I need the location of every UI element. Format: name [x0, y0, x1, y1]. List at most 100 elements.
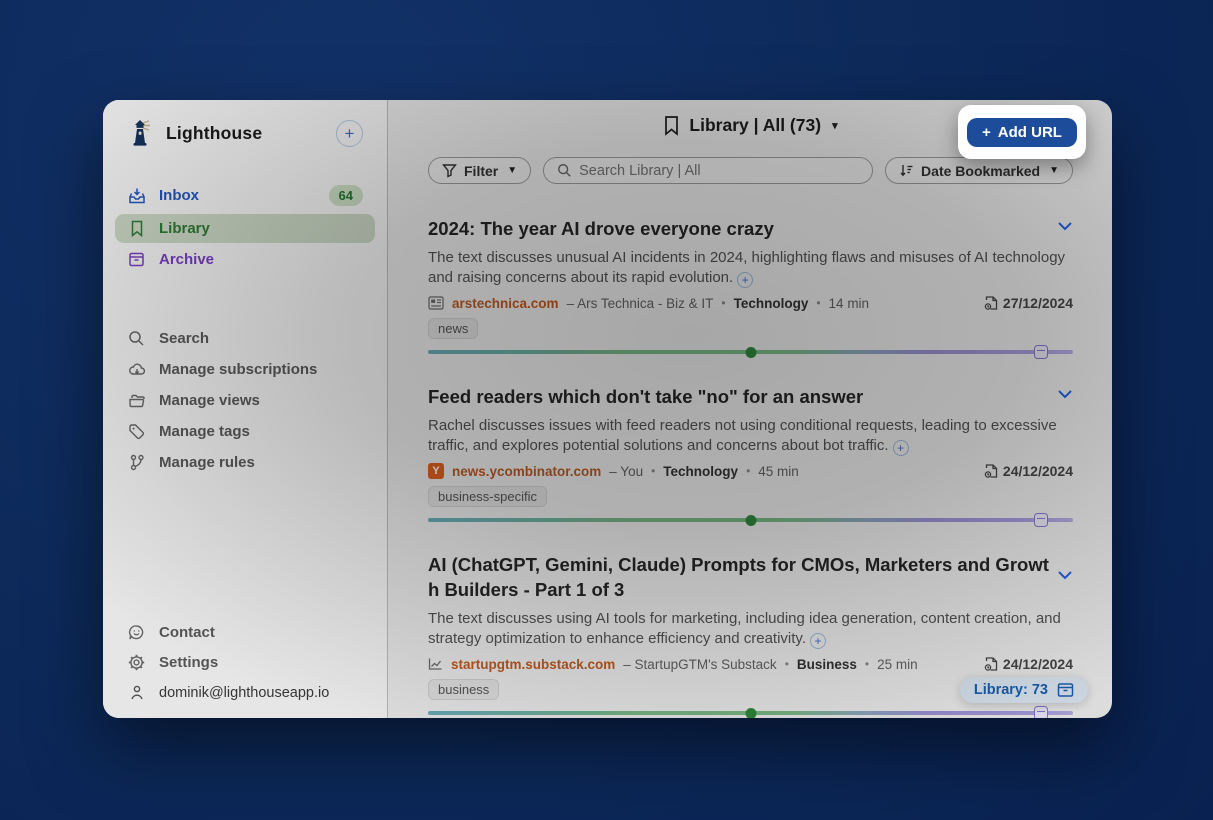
newspaper-favicon-icon — [428, 296, 444, 310]
sort-label: Date Bookmarked — [921, 163, 1040, 179]
library-count-label: Library: 73 — [974, 682, 1048, 698]
article-date: 27/12/2024 — [984, 295, 1073, 311]
inbox-icon — [127, 187, 146, 205]
app-logo-row: Lighthouse + — [103, 114, 387, 152]
reading-progress-bar[interactable] — [428, 518, 1073, 522]
article-card: 2024: The year AI drove everyone crazy T… — [428, 216, 1073, 354]
date-text: 24/12/2024 — [1003, 656, 1073, 672]
expand-chevron-icon[interactable] — [1057, 570, 1073, 580]
chart-favicon-icon — [428, 657, 443, 671]
archive-marker-icon[interactable] — [1034, 345, 1048, 359]
reading-progress-bar[interactable] — [428, 711, 1073, 715]
tag-icon — [127, 423, 146, 440]
expand-summary-icon[interactable]: + — [810, 633, 826, 649]
sidebar-footer: Contact Settings — [103, 617, 387, 708]
add-url-label: Add URL — [998, 124, 1062, 141]
gear-icon — [127, 654, 146, 671]
chat-smiley-icon — [127, 624, 146, 641]
expand-chevron-icon[interactable] — [1057, 389, 1073, 399]
article-summary: The text discusses unusual AI incidents … — [428, 248, 1073, 288]
progress-dot[interactable] — [745, 347, 756, 358]
article-card: Feed readers which don't take "no" for a… — [428, 384, 1073, 522]
file-clock-icon — [984, 295, 998, 311]
article-tag[interactable]: news — [428, 318, 478, 339]
article-meta: Y news.ycombinator.com – You • Technolog… — [428, 463, 1073, 479]
archive-box-icon — [127, 251, 146, 268]
sidebar-item-inbox[interactable]: Inbox 64 — [115, 179, 375, 212]
sidebar-item-contact[interactable]: Contact — [115, 618, 375, 647]
archive-marker-icon[interactable] — [1034, 513, 1048, 527]
sidebar-item-library[interactable]: Library — [115, 214, 375, 243]
article-tag[interactable]: business-specific — [428, 486, 547, 507]
article-meta: startupgtm.substack.com – StartupGTM's S… — [428, 656, 1073, 672]
article-category: Business — [797, 657, 857, 672]
sidebar-item-manage-tags[interactable]: Manage tags — [115, 417, 375, 446]
date-text: 24/12/2024 — [1003, 463, 1073, 479]
article-tag[interactable]: business — [428, 679, 499, 700]
article-title[interactable]: AI (ChatGPT, Gemini, Claude) Prompts for… — [428, 552, 1053, 602]
sidebar-item-manage-subscriptions[interactable]: Manage subscriptions — [115, 355, 375, 384]
add-url-button[interactable]: + Add URL — [967, 118, 1077, 147]
article-meta: arstechnica.com – Ars Technica - Biz & I… — [428, 295, 1073, 311]
library-search[interactable] — [543, 157, 873, 184]
search-icon — [127, 330, 146, 347]
sidebar-item-manage-views[interactable]: Manage views — [115, 386, 375, 415]
article-source: – StartupGTM's Substack — [623, 657, 776, 672]
spotlight-highlight: + Add URL — [958, 105, 1086, 159]
article-read-time: 25 min — [877, 657, 918, 672]
chevron-down-icon: ▼ — [507, 165, 517, 176]
git-branch-icon — [127, 454, 146, 471]
article-read-time: 45 min — [758, 464, 799, 479]
sidebar-item-manage-rules[interactable]: Manage rules — [115, 448, 375, 477]
article-date: 24/12/2024 — [984, 463, 1073, 479]
folder-icon — [127, 393, 146, 409]
file-clock-icon — [984, 656, 998, 672]
sidebar-item-label: Contact — [159, 624, 215, 641]
sidebar-item-archive[interactable]: Archive — [115, 245, 375, 274]
sidebar-item-account[interactable]: dominik@lighthouseapp.io — [115, 678, 375, 707]
date-text: 27/12/2024 — [1003, 295, 1073, 311]
sidebar-item-label: Library — [159, 220, 210, 237]
lighthouse-logo-icon — [125, 118, 155, 148]
bookmark-icon — [663, 115, 680, 136]
article-source: – You — [609, 464, 643, 479]
article-title[interactable]: Feed readers which don't take "no" for a… — [428, 384, 1053, 409]
article-domain-link[interactable]: arstechnica.com — [452, 296, 559, 311]
page-title: Library | All (73) — [689, 115, 821, 136]
filter-button[interactable]: Filter ▼ — [428, 157, 531, 184]
expand-summary-icon[interactable]: + — [893, 440, 909, 456]
search-input[interactable] — [579, 163, 859, 179]
sidebar-item-label: Manage views — [159, 392, 260, 409]
expand-chevron-icon[interactable] — [1057, 221, 1073, 231]
cloud-download-icon — [127, 361, 146, 378]
sidebar-item-search[interactable]: Search — [115, 324, 375, 353]
article-summary: The text discusses using AI tools for ma… — [428, 609, 1073, 649]
library-count-badge[interactable]: Library: 73 — [960, 677, 1088, 703]
sidebar-item-label: Manage tags — [159, 423, 250, 440]
archive-marker-icon[interactable] — [1034, 706, 1048, 718]
bookmark-icon — [127, 220, 146, 237]
progress-dot[interactable] — [745, 708, 756, 719]
separator-dot: • — [865, 657, 869, 671]
article-summary: Rachel discusses issues with feed reader… — [428, 416, 1073, 456]
sidebar-item-settings[interactable]: Settings — [115, 648, 375, 677]
filter-label: Filter — [464, 163, 498, 179]
app-window: Lighthouse + Inbox 64 Library — [103, 100, 1112, 718]
sidebar-item-label: Search — [159, 330, 209, 347]
article-domain-link[interactable]: news.ycombinator.com — [452, 464, 601, 479]
user-icon — [127, 684, 146, 701]
plus-icon: + — [982, 124, 991, 141]
article-title[interactable]: 2024: The year AI drove everyone crazy — [428, 216, 1053, 241]
sidebar-add-button[interactable]: + — [336, 120, 363, 147]
app-name: Lighthouse — [166, 123, 262, 144]
ycombinator-favicon-icon: Y — [428, 463, 444, 479]
main-content: Library | All (73) ▾ Filter ▼ — [388, 100, 1112, 718]
progress-dot[interactable] — [745, 515, 756, 526]
article-domain-link[interactable]: startupgtm.substack.com — [451, 657, 615, 672]
file-clock-icon — [984, 463, 998, 479]
reading-progress-bar[interactable] — [428, 350, 1073, 354]
expand-summary-icon[interactable]: + — [737, 272, 753, 288]
sort-button[interactable]: Date Bookmarked ▼ — [885, 157, 1073, 184]
sidebar-spacer — [103, 275, 387, 323]
sidebar-item-label: Manage rules — [159, 454, 255, 471]
